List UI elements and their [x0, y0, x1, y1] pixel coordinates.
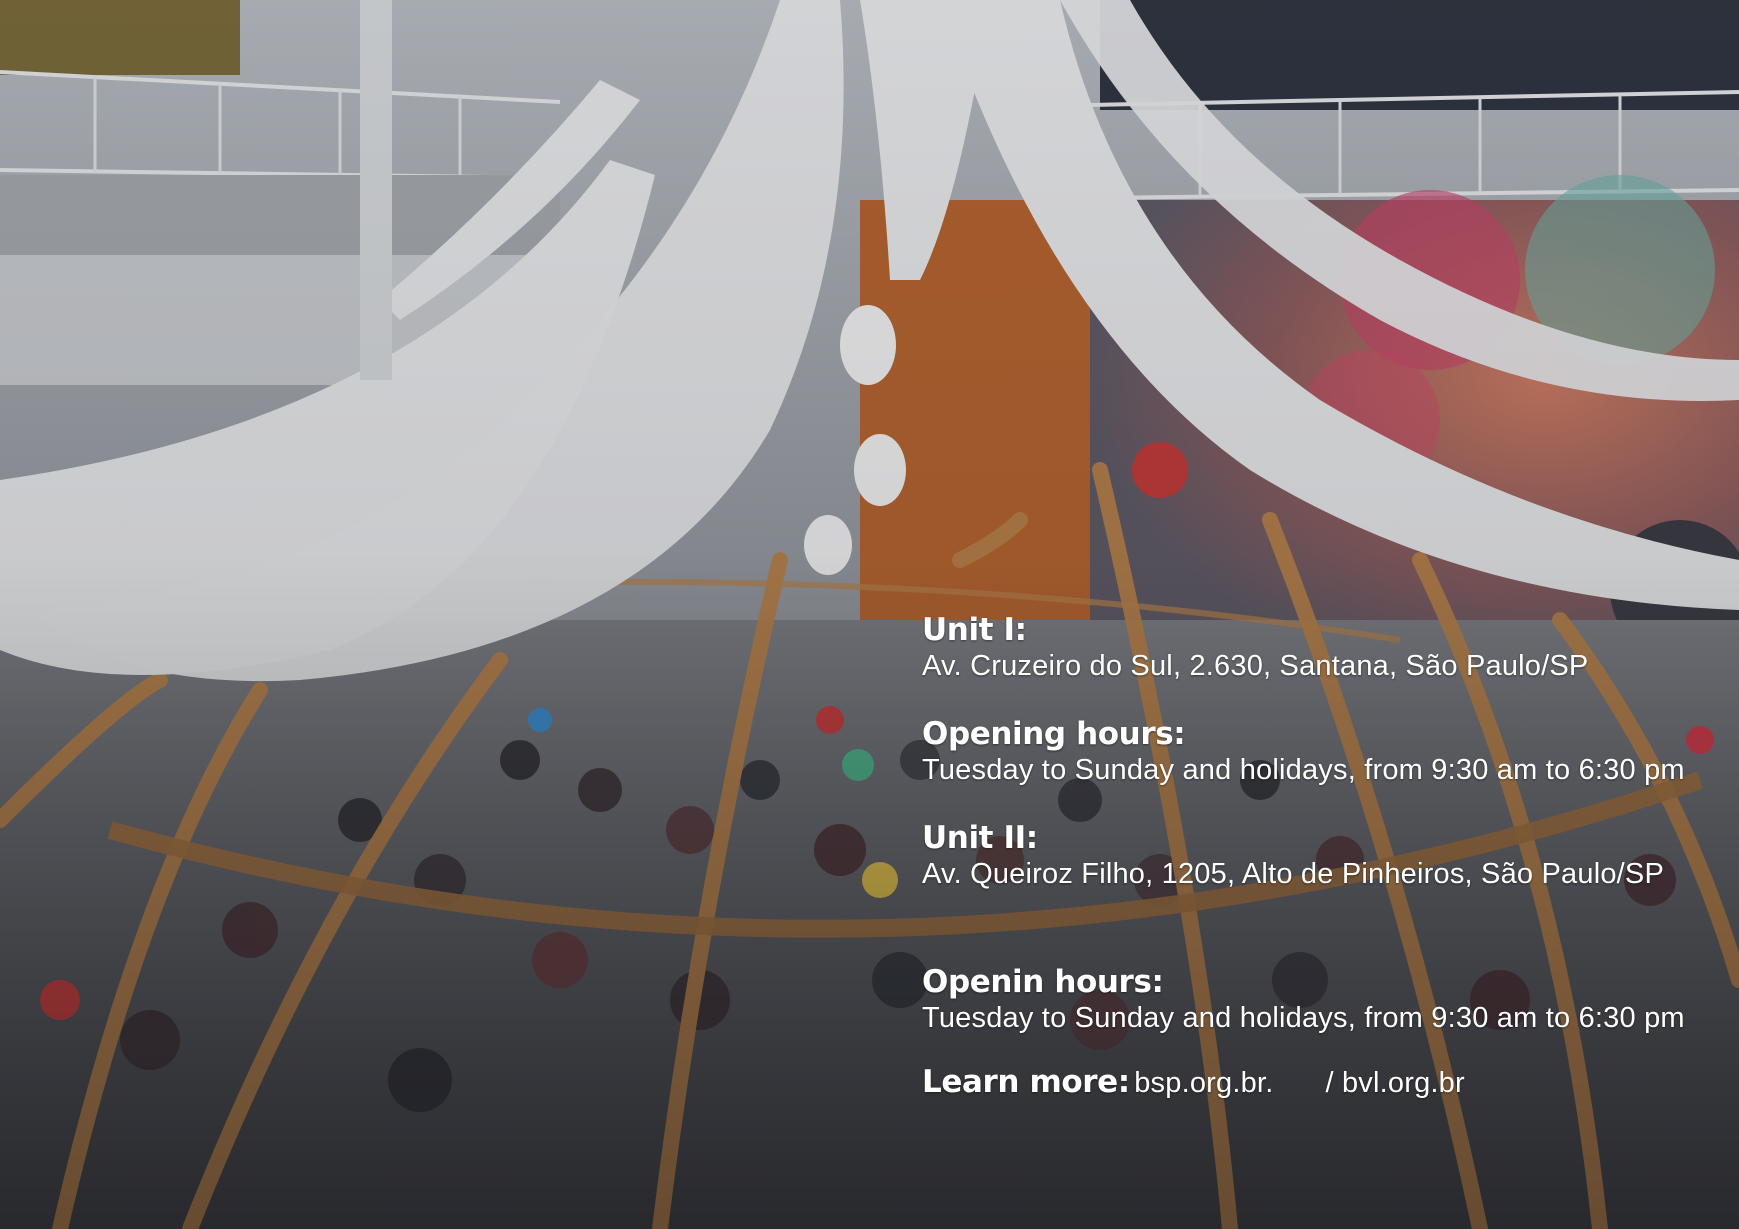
- opening-hours-2-label: Openin hours:: [922, 964, 1164, 1000]
- opening-hours-1-block: Opening hours: Tuesday to Sunday and hol…: [922, 716, 1685, 788]
- unit-1-block: Unit I: Av. Cruzeiro do Sul, 2.630, Sant…: [922, 612, 1588, 684]
- unit-1-address: Av. Cruzeiro do Sul, 2.630, Santana, São…: [922, 650, 1589, 682]
- unit-2-address: Av. Queiroz Filho, 1205, Alto de Pinheir…: [922, 858, 1665, 890]
- unit-2-block: Unit II: Av. Queiroz Filho, 1205, Alto d…: [922, 820, 1664, 892]
- opening-hours-1-label: Opening hours:: [922, 716, 1186, 752]
- website-link-bvl[interactable]: / bvl.org.br: [1325, 1067, 1464, 1099]
- website-link-bsp[interactable]: bsp.org.br.: [1134, 1067, 1273, 1099]
- opening-hours-1-value: Tuesday to Sunday and holidays, from 9:3…: [922, 754, 1685, 786]
- learn-more-line: Learn more: bsp.org.br. / bvl.org.br: [922, 1064, 1465, 1101]
- poster: Unit I: Av. Cruzeiro do Sul, 2.630, Sant…: [0, 0, 1739, 1229]
- unit-1-label: Unit I:: [922, 612, 1027, 648]
- unit-2-label: Unit II:: [922, 820, 1038, 856]
- opening-hours-2-block: Openin hours: Tuesday to Sunday and holi…: [922, 964, 1685, 1036]
- learn-more-label: Learn more:: [922, 1064, 1130, 1100]
- opening-hours-2-value: Tuesday to Sunday and holidays, from 9:3…: [922, 1002, 1685, 1034]
